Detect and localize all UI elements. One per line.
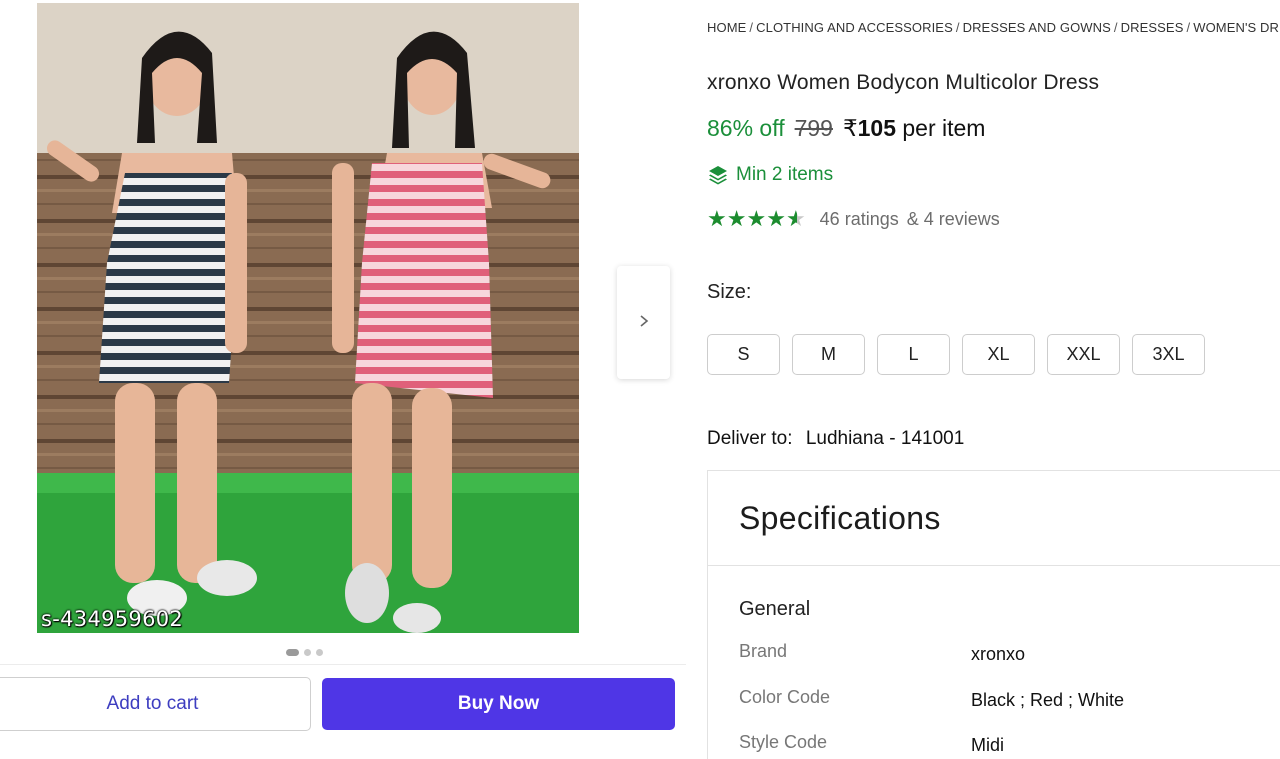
action-bar: Add to cart Buy Now bbox=[0, 664, 686, 734]
deliver-to-label: Deliver to: bbox=[707, 428, 793, 449]
deliver-to-location: Ludhiana - 141001 bbox=[805, 428, 965, 449]
specifications-title: Specifications bbox=[739, 500, 941, 536]
breadcrumb-dresses-gowns[interactable]: DRESSES AND GOWNS bbox=[963, 20, 1111, 35]
original-price: 799 bbox=[794, 115, 833, 141]
spec-key: Color Code bbox=[739, 687, 831, 707]
specifications-divider bbox=[708, 565, 1280, 566]
specifications-section-general: General bbox=[739, 598, 811, 620]
breadcrumb-home[interactable]: HOME bbox=[707, 20, 746, 35]
ratings-count: 46 ratings bbox=[819, 208, 899, 229]
delivery-location[interactable]: Deliver to: Ludhiana - 141001 bbox=[707, 428, 964, 450]
min-items-label: Min 2 items bbox=[736, 164, 834, 185]
spec-value: Midi bbox=[971, 735, 1005, 755]
chevron-right-icon bbox=[638, 311, 650, 334]
size-option-xl[interactable]: XL bbox=[962, 334, 1035, 375]
carousel-dots bbox=[286, 649, 323, 656]
breadcrumb-womens-dresses[interactable]: WOMEN'S DRESSES bbox=[1193, 20, 1280, 35]
size-options: S M L XL XXL 3XL bbox=[707, 334, 1205, 375]
product-photo bbox=[37, 3, 579, 633]
next-image-button[interactable] bbox=[617, 266, 670, 379]
currency-symbol: ₹ bbox=[842, 115, 858, 141]
price-amount: 105 bbox=[857, 115, 896, 141]
add-to-cart-button[interactable]: Add to cart bbox=[0, 677, 311, 731]
spec-value: xronxo bbox=[971, 644, 1026, 664]
star-half-icon: ★ bbox=[785, 206, 806, 231]
star-full-icon: ★ bbox=[726, 206, 747, 231]
spec-key: Style Code bbox=[739, 732, 828, 752]
carousel-dot[interactable] bbox=[304, 649, 311, 656]
image-sku-watermark: s-434959602 bbox=[41, 607, 184, 631]
size-option-3xl[interactable]: 3XL bbox=[1132, 334, 1205, 375]
breadcrumb-dresses[interactable]: DRESSES bbox=[1121, 20, 1184, 35]
price-suffix: per item bbox=[902, 115, 986, 141]
spec-value: Black ; Red ; White bbox=[971, 690, 1125, 710]
rating-row[interactable]: ★ ★ ★ ★ ★ 46 ratings & 4 reviews bbox=[707, 208, 1000, 230]
product-image[interactable]: s-434959602 bbox=[37, 3, 579, 633]
star-full-icon: ★ bbox=[766, 206, 786, 231]
rating-stars: ★ ★ ★ ★ ★ bbox=[707, 208, 806, 230]
size-option-l[interactable]: L bbox=[877, 334, 950, 375]
min-items-badge: Min 2 items bbox=[707, 164, 833, 186]
specifications-card: Specifications General Brand xronxo Colo… bbox=[707, 470, 1280, 759]
reviews-count: & 4 reviews bbox=[906, 208, 1000, 229]
size-option-xxl[interactable]: XXL bbox=[1047, 334, 1120, 375]
buy-now-button[interactable]: Buy Now bbox=[322, 678, 675, 730]
size-option-m[interactable]: M bbox=[792, 334, 865, 375]
size-option-s[interactable]: S bbox=[707, 334, 780, 375]
star-full-icon: ★ bbox=[746, 206, 767, 231]
carousel-dot-active[interactable] bbox=[286, 649, 299, 656]
size-label: Size: bbox=[707, 281, 752, 303]
carousel-dot[interactable] bbox=[316, 649, 323, 656]
breadcrumb-clothing[interactable]: CLOTHING AND ACCESSORIES bbox=[756, 20, 953, 35]
selling-price: ₹105 per item bbox=[843, 115, 986, 142]
discount-percent: 86% off bbox=[707, 115, 785, 141]
price-row: 86% off 799 ₹105 per item bbox=[707, 115, 985, 142]
breadcrumb: HOME / CLOTHING AND ACCESSORIES / DRESSES AN… bbox=[707, 20, 1280, 35]
layers-icon bbox=[707, 164, 729, 186]
star-full-icon: ★ bbox=[707, 206, 727, 231]
spec-key: Brand bbox=[739, 641, 788, 661]
product-title: xronxo Women Bodycon Multicolor Dress bbox=[707, 71, 1100, 94]
